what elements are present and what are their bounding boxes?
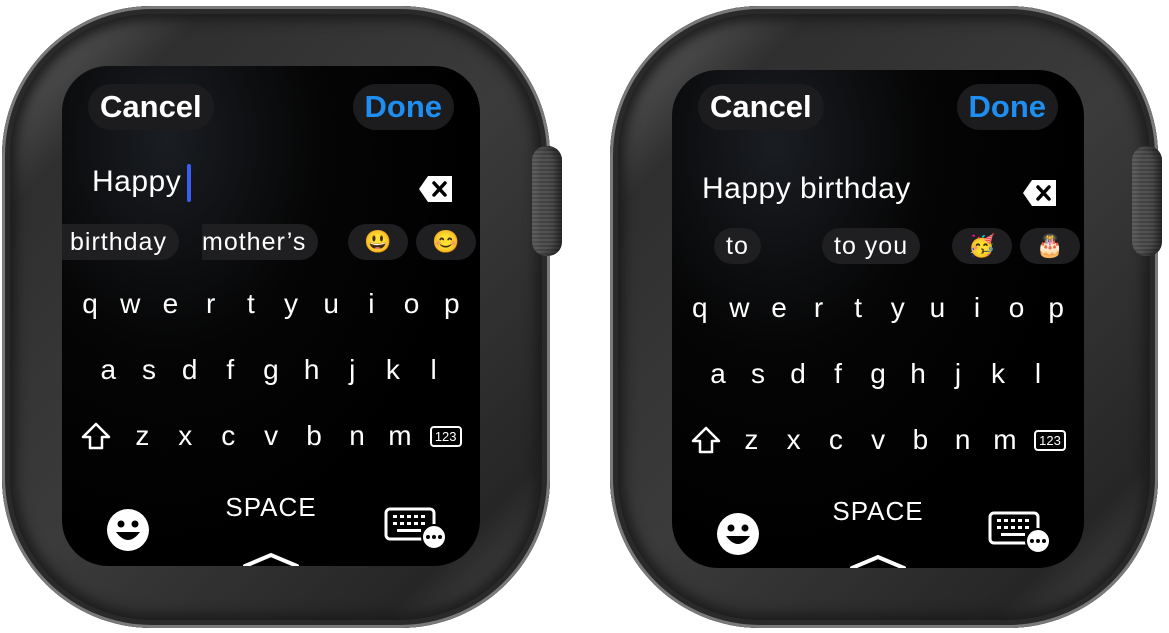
key[interactable]: r — [806, 292, 832, 324]
keyboard-row-1: qwertyuiop — [672, 292, 1084, 324]
key[interactable]: f — [217, 354, 243, 386]
key[interactable]: u — [924, 292, 950, 324]
chevron-up-icon[interactable] — [848, 554, 908, 568]
keyboard-more-icon[interactable] — [384, 506, 448, 550]
digital-crown[interactable] — [532, 146, 562, 256]
key[interactable]: x — [172, 420, 198, 452]
digital-crown[interactable] — [1132, 146, 1162, 256]
key[interactable]: b — [301, 420, 327, 452]
keyboard-row-3: zxcvbnm 123 — [672, 424, 1084, 456]
key[interactable]: w — [726, 292, 752, 324]
key[interactable]: u — [318, 288, 344, 320]
numbers-key[interactable]: 123 — [1034, 429, 1066, 451]
key[interactable]: k — [985, 358, 1011, 390]
text-input[interactable]: Happy — [92, 164, 192, 202]
backspace-icon[interactable] — [418, 174, 454, 204]
key[interactable]: q — [687, 292, 713, 324]
suggestion-word[interactable]: to — [714, 228, 761, 264]
text-input[interactable]: Happy birthday — [702, 172, 911, 206]
suggestion-word[interactable]: birthday — [62, 224, 179, 260]
shift-icon[interactable] — [80, 421, 112, 451]
key[interactable]: m — [992, 424, 1018, 456]
done-button[interactable]: Done — [352, 84, 454, 130]
suggestion-word[interactable]: mother’s — [202, 224, 319, 260]
shift-icon[interactable] — [690, 425, 722, 455]
key[interactable]: l — [1025, 358, 1051, 390]
keyboard-row-2: asdfghjkl — [62, 354, 480, 386]
key[interactable]: j — [945, 358, 971, 390]
key[interactable]: w — [117, 288, 143, 320]
keyboard-row-1: qwertyuiop — [62, 288, 480, 320]
key[interactable]: i — [964, 292, 990, 324]
key[interactable]: z — [129, 420, 155, 452]
key[interactable]: d — [785, 358, 811, 390]
cancel-button[interactable]: Cancel — [698, 84, 824, 130]
suggestion-emoji[interactable]: 😊 — [416, 224, 477, 260]
key[interactable]: v — [258, 420, 284, 452]
key[interactable]: l — [421, 354, 447, 386]
key[interactable]: r — [198, 288, 224, 320]
key[interactable]: o — [1004, 292, 1030, 324]
key[interactable]: q — [77, 288, 103, 320]
key[interactable]: s — [136, 354, 162, 386]
chevron-up-icon[interactable] — [241, 552, 301, 566]
key[interactable]: t — [845, 292, 871, 324]
key[interactable]: m — [387, 420, 413, 452]
key[interactable]: d — [177, 354, 203, 386]
suggestion-emoji[interactable]: 🥳 — [952, 228, 1013, 264]
suggestion-emoji[interactable]: 😃 — [348, 224, 409, 260]
key[interactable]: h — [299, 354, 325, 386]
text-value: Happy — [92, 164, 182, 198]
key[interactable]: e — [157, 288, 183, 320]
text-value: Happy birthday — [702, 172, 911, 205]
key[interactable]: v — [865, 424, 891, 456]
key[interactable]: a — [95, 354, 121, 386]
watch-right: Cancel Done Happy birthday to to you 🥳 🎂… — [610, 6, 1162, 628]
cancel-button[interactable]: Cancel — [88, 84, 214, 130]
emoji-icon[interactable] — [716, 512, 760, 556]
key[interactable]: t — [238, 288, 264, 320]
key[interactable]: g — [258, 354, 284, 386]
keyboard-more-icon[interactable] — [988, 510, 1052, 554]
key[interactable]: e — [766, 292, 792, 324]
done-button[interactable]: Done — [956, 84, 1058, 130]
key[interactable]: c — [823, 424, 849, 456]
key[interactable]: p — [439, 288, 465, 320]
key[interactable]: k — [380, 354, 406, 386]
key[interactable]: b — [907, 424, 933, 456]
numbers-key[interactable]: 123 — [429, 425, 462, 447]
key[interactable]: y — [885, 292, 911, 324]
key[interactable]: s — [745, 358, 771, 390]
suggestion-word[interactable]: to you — [822, 228, 921, 264]
key[interactable]: x — [781, 424, 807, 456]
key[interactable]: i — [358, 288, 384, 320]
key[interactable]: p — [1043, 292, 1069, 324]
watch-screen: Cancel Done Happy birthday mother’s 😃 😊 … — [62, 66, 480, 566]
key[interactable]: g — [865, 358, 891, 390]
keyboard-row-2: asdfghjkl — [672, 358, 1084, 390]
key[interactable]: f — [825, 358, 851, 390]
watch-screen: Cancel Done Happy birthday to to you 🥳 🎂… — [672, 70, 1084, 568]
key[interactable]: a — [705, 358, 731, 390]
keyboard-row-3: zxcvbnm 123 — [62, 420, 480, 452]
key[interactable]: h — [905, 358, 931, 390]
text-caret — [187, 164, 192, 202]
key[interactable]: y — [278, 288, 304, 320]
backspace-icon[interactable] — [1022, 178, 1058, 208]
key[interactable]: o — [399, 288, 425, 320]
emoji-icon[interactable] — [106, 508, 150, 552]
suggestion-emoji[interactable]: 🎂 — [1020, 228, 1081, 264]
key[interactable]: n — [344, 420, 370, 452]
key[interactable]: c — [215, 420, 241, 452]
key[interactable]: j — [339, 354, 365, 386]
key[interactable]: z — [738, 424, 764, 456]
watch-left: Cancel Done Happy birthday mother’s 😃 😊 … — [2, 6, 562, 628]
key[interactable]: n — [950, 424, 976, 456]
